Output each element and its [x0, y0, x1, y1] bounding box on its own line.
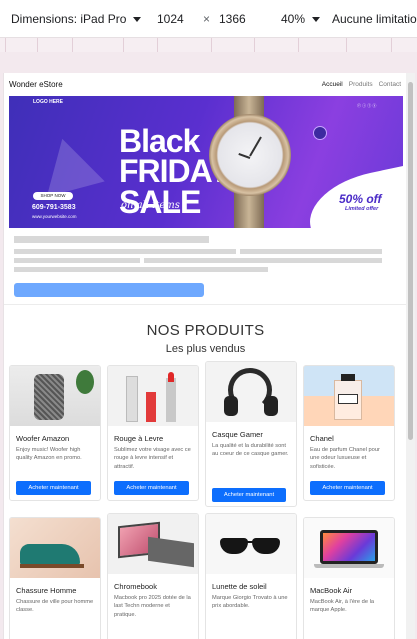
product-card: Woofer Amazon Enjoy music! Woofer high q… — [9, 365, 101, 501]
scrollbar-thumb[interactable] — [408, 82, 413, 440]
product-card: Casque Gamer La qualité et la durabilité… — [205, 361, 297, 507]
chevron-down-icon — [133, 16, 142, 22]
product-image — [304, 366, 394, 426]
buy-button[interactable]: Acheter maintenant — [212, 488, 286, 502]
skeleton-line — [14, 249, 236, 254]
skeleton-line — [14, 236, 209, 243]
product-name: Casque Gamer — [212, 430, 263, 439]
banner-phone: 609-791-3583 — [32, 204, 76, 211]
device-viewport: Wonder eStore Accueil Produits Contact L… — [3, 73, 406, 639]
media-query-ruler — [0, 38, 417, 52]
shop-now-button[interactable]: SHOP NOW — [33, 192, 73, 200]
banner-logo: LOGO HERE — [33, 99, 64, 105]
product-card: Lunette de soleil Marque Giorgio Trovato… — [205, 513, 297, 639]
decor-circle — [313, 126, 327, 140]
nav-link-contact[interactable]: Contact — [379, 81, 401, 88]
device-label: Dimensions: iPad Pro — [11, 12, 127, 26]
section-divider — [4, 304, 406, 305]
products-subtitle: Les plus vendus — [165, 343, 246, 355]
products-title: NOS PRODUITS — [146, 322, 265, 339]
product-name: Woofer Amazon — [16, 434, 70, 443]
width-input[interactable]: 1024 — [157, 12, 184, 26]
product-name: Chromebook — [114, 582, 157, 591]
social-icons: ⓕ ⓘ ⓣ ⓨ — [357, 103, 377, 108]
product-image — [206, 514, 296, 574]
product-description: Enjoy music! Woofer high quality Amazon … — [16, 447, 82, 462]
devtools-toolbar: Dimensions: iPad Pro 1024 × 1366 40% Auc… — [0, 0, 417, 38]
product-card: Rouge à Levre Sublimez votre visage avec… — [107, 365, 199, 501]
product-card: Chromebook Macbook pro 2025 dotée de la … — [107, 513, 199, 639]
product-description: La qualité et la durabilité sont au coeu… — [212, 443, 289, 458]
brand-logo[interactable]: Wonder eStore — [9, 80, 63, 89]
product-name: Lunette de soleil — [212, 582, 267, 591]
nav-links: Accueil Produits Contact — [322, 81, 401, 88]
banner-website: www.yourwebsite.com — [32, 214, 77, 219]
hero-banner: LOGO HERE Black FRIDAY SALE on all items… — [9, 96, 403, 228]
triangle-shape — [33, 131, 105, 197]
product-description: Chassure de ville pour homme classe. — [16, 599, 94, 614]
skeleton-line — [14, 258, 140, 263]
product-card: Chassure Homme Chassure de ville pour ho… — [9, 517, 101, 639]
device-selector[interactable]: Dimensions: iPad Pro — [11, 12, 142, 26]
discount-subtitle: Limited offer — [345, 206, 379, 212]
skeleton-line — [144, 258, 382, 263]
buy-button[interactable]: Acheter maintenant — [310, 481, 385, 495]
product-name: Rouge à Levre — [114, 434, 164, 443]
product-card: Chanel Eau de parfum Chanel pour une ode… — [303, 365, 395, 501]
site-navbar: Wonder eStore Accueil Produits Contact — [4, 73, 406, 95]
throttle-selector[interactable]: Aucune limitatio — [332, 12, 417, 26]
product-description: Marque Giorgio Trovato à une prix aborda… — [212, 595, 288, 610]
banner-script-text: on all items — [121, 200, 180, 211]
product-image — [108, 366, 198, 426]
product-image — [10, 518, 100, 578]
product-image — [108, 514, 198, 574]
skeleton-line — [240, 249, 382, 254]
buy-button[interactable]: Acheter maintenant — [114, 481, 189, 495]
product-name: Chassure Homme — [16, 586, 77, 595]
zoom-label: 40% — [281, 12, 306, 26]
product-image — [206, 362, 296, 422]
product-card: MacBook Air MacBook Air, à l'ère de la m… — [303, 517, 395, 639]
product-description: Macbook pro 2025 dotée de la last Techn … — [114, 595, 191, 618]
product-name: Chanel — [310, 434, 334, 443]
product-description: MacBook Air, à l'ère de la marque Apple. — [310, 599, 374, 614]
nav-link-home[interactable]: Accueil — [322, 81, 343, 88]
dimension-separator: × — [203, 12, 211, 26]
product-description: Eau de parfum Chanel pour une odeur luxu… — [310, 447, 380, 470]
zoom-selector[interactable]: 40% — [281, 12, 321, 26]
nav-link-products[interactable]: Produits — [349, 81, 373, 88]
discount-badge: 50% off — [339, 192, 382, 206]
product-description: Sublimez votre visage avec ce rouge à le… — [114, 447, 191, 470]
product-name: MacBook Air — [310, 586, 353, 595]
product-image — [10, 366, 100, 426]
skeleton-button — [14, 283, 204, 297]
height-input[interactable]: 1366 — [219, 12, 246, 26]
chevron-down-icon — [312, 16, 321, 22]
buy-button[interactable]: Acheter maintenant — [16, 481, 91, 495]
product-image — [304, 518, 394, 578]
skeleton-line — [14, 267, 268, 272]
